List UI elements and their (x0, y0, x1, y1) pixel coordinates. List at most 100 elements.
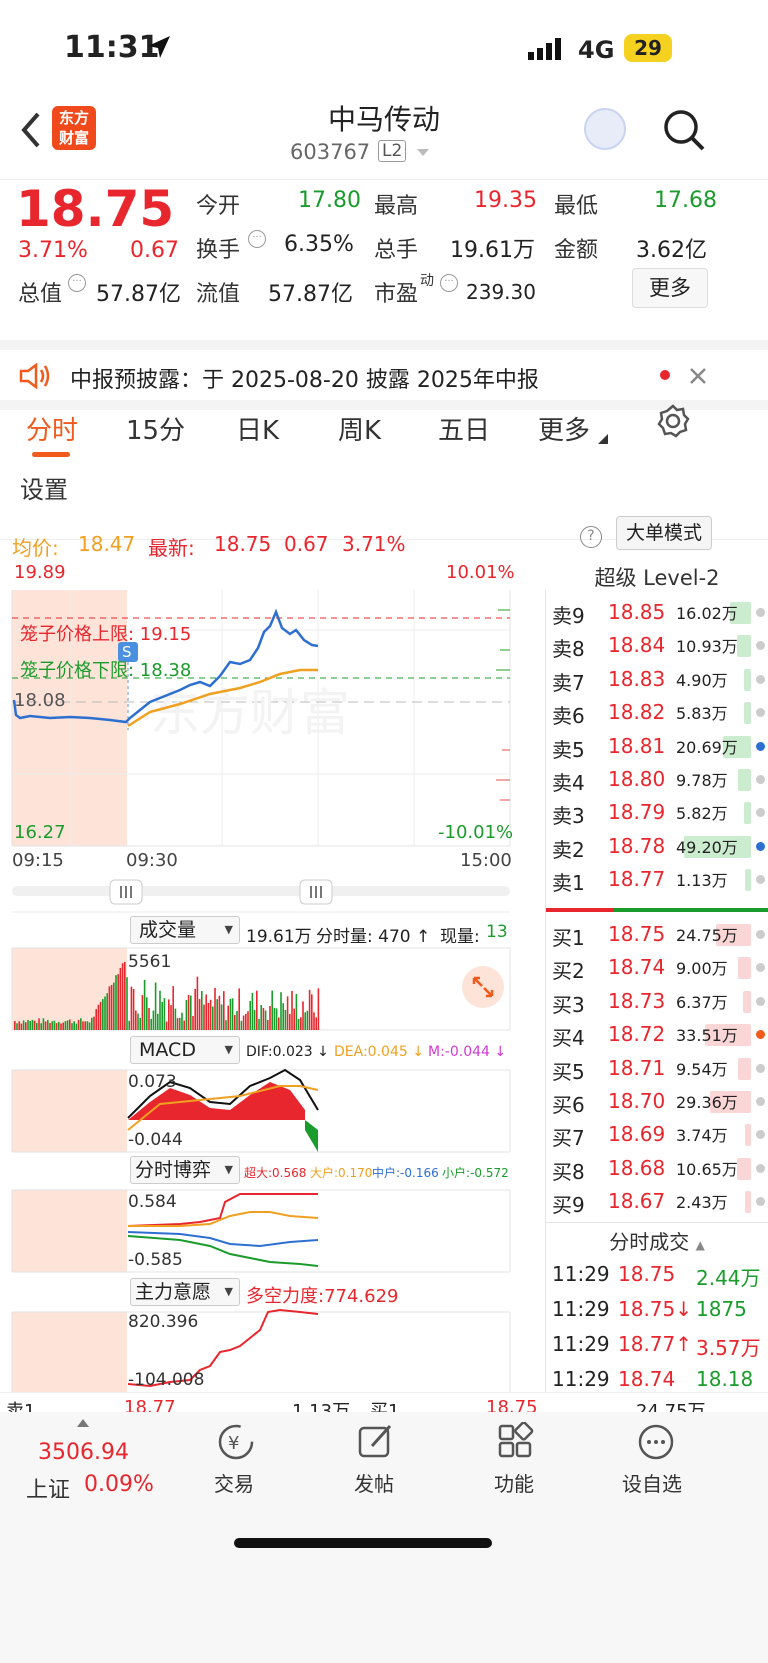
force-bottom-label: -104.008 (128, 1370, 205, 1390)
ask-row[interactable]: 卖8 18.84 10.93万 (546, 629, 768, 663)
volume-bar (187, 995, 190, 1030)
game-bottom-label: -0.585 (128, 1250, 183, 1270)
bid-row[interactable]: 买5 18.71 9.54万 (546, 1052, 768, 1086)
big-order-mode-button[interactable]: 大单模式 (616, 516, 712, 550)
index-name[interactable]: 上证 (26, 1472, 70, 1504)
status-dot (756, 841, 765, 851)
tab-trade[interactable]: 交易 (214, 1468, 254, 1497)
ask-row[interactable]: 卖6 18.82 5.83万 (546, 696, 768, 730)
volume-bar (190, 995, 192, 1030)
dropdown-triangle-icon (598, 434, 608, 444)
latest-value: 18.75 (214, 532, 272, 556)
ask-row[interactable]: 卖1 18.77 1.13万 (546, 863, 768, 897)
bid-row[interactable]: 买8 18.68 10.65万 (546, 1152, 768, 1186)
info-icon[interactable]: ··· (248, 230, 266, 248)
ask-row[interactable]: 卖9 18.85 16.02万 (546, 596, 768, 630)
expand-icon[interactable] (462, 966, 504, 1008)
notice-banner[interactable]: 中报预披露：于 2025-08-20 披露 2025年中报 (0, 340, 768, 410)
tab-add-watchlist[interactable]: 设自选 (622, 1468, 682, 1497)
search-icon[interactable] (662, 108, 706, 152)
volume-bar (212, 1006, 214, 1030)
strip-sell-label: 卖1 (6, 1401, 36, 1412)
level-badge[interactable]: L2 (378, 140, 407, 162)
chart-area[interactable]: S 东方财富 19.89 16.27 10.01% -10.01% 18.08 … (0, 562, 545, 1480)
bottom-bar: 卖1 18.77 1.13万 买1 18.75 24.75万 3506.94 上… (0, 1392, 768, 1663)
tab-15min[interactable]: 15分 (126, 410, 185, 447)
tab-five-day[interactable]: 五日 (438, 410, 490, 447)
volume-bar (121, 963, 124, 1030)
tab-function[interactable]: 功能 (494, 1468, 534, 1497)
bid-volume-bar (745, 1124, 751, 1147)
gear-icon[interactable] (656, 404, 690, 438)
function-grid-icon[interactable] (496, 1422, 536, 1462)
bid-volume: 9.54万 (676, 1059, 728, 1079)
index-pct[interactable]: 0.09% (84, 1472, 154, 1497)
volume-bar (143, 979, 146, 1030)
volume-bar (267, 1019, 269, 1030)
trade-time: 11:29 (552, 1332, 610, 1356)
bid-volume: 29.36万 (676, 1093, 738, 1112)
volume-bar (216, 999, 218, 1030)
help-icon[interactable]: ? (580, 526, 602, 548)
ask-row[interactable]: 卖7 18.83 4.90万 (546, 663, 768, 697)
mktcap-label: 总值 (18, 282, 63, 307)
info-icon[interactable]: ··· (68, 274, 86, 292)
force-selector[interactable]: 主力意愿 ▼ (130, 1278, 240, 1306)
tab-more[interactable]: 更多 (538, 410, 590, 447)
volume-bar (306, 1010, 309, 1030)
trade-icon[interactable]: ¥ (216, 1422, 256, 1462)
volume-bar (174, 1008, 177, 1030)
volume-bar (62, 1022, 64, 1030)
bid-price: 18.75 (608, 922, 666, 946)
game-selector[interactable]: 分时博弈 ▼ (130, 1156, 240, 1184)
tab-weekly[interactable]: 周K (338, 410, 381, 447)
volume-bar (27, 1020, 29, 1030)
tab-post[interactable]: 发帖 (354, 1468, 394, 1497)
settings-label[interactable]: 设置 (20, 470, 68, 505)
volume-bar (231, 998, 234, 1030)
open-value: 17.80 (298, 188, 361, 213)
volume-bar (22, 1020, 25, 1030)
post-icon[interactable] (356, 1422, 396, 1462)
bid-row[interactable]: 买2 18.74 9.00万 (546, 951, 768, 985)
trade-row: 11:29 18.75↓ 1875 (546, 1293, 768, 1327)
more-button[interactable]: 更多 (632, 268, 708, 308)
close-icon[interactable] (688, 366, 708, 386)
ask-volume: 5.82万 (676, 804, 728, 824)
macd-selector[interactable]: MACD ▼ (130, 1036, 240, 1064)
ask-row[interactable]: 卖4 18.80 9.78万 (546, 763, 768, 797)
ask-row[interactable]: 卖5 18.81 20.69万 (546, 730, 768, 764)
ask-row[interactable]: 卖2 18.78 49.20万 (546, 830, 768, 864)
volume-bar (159, 990, 161, 1030)
svg-text:东方财富: 东方财富 (150, 684, 350, 742)
trades-title[interactable]: 分时成交 ▲ (546, 1226, 768, 1255)
bid-row[interactable]: 买1 18.75 24.75万 (546, 918, 768, 952)
chevron-down-icon[interactable] (416, 148, 430, 158)
caret-up-icon[interactable] (76, 1418, 90, 1428)
trade-vol: 2.44万 (696, 1266, 761, 1290)
tab-intraday[interactable]: 分时 (26, 410, 78, 447)
tab-daily[interactable]: 日K (236, 410, 279, 447)
bid-level-label: 买1 (552, 926, 585, 950)
volume-selector[interactable]: 成交量 ▼ (130, 916, 240, 944)
bid-row[interactable]: 买9 18.67 2.43万 (546, 1185, 768, 1219)
volume-bar (165, 1021, 168, 1030)
volume-label: 总手 (374, 238, 419, 263)
ask-price: 18.82 (608, 700, 666, 725)
bid-row[interactable]: 买6 18.70 29.36万 (546, 1085, 768, 1119)
index-value[interactable]: 3506.94 (38, 1440, 129, 1465)
status-dot (756, 808, 765, 818)
ask-row[interactable]: 卖3 18.79 5.82万 (546, 796, 768, 830)
ask-level-label: 卖9 (552, 604, 585, 628)
assistant-avatar[interactable] (584, 108, 626, 150)
volume-bar (117, 974, 119, 1030)
bid-row[interactable]: 买4 18.72 33.51万 (546, 1018, 768, 1052)
volume-total: 19.61万 (246, 927, 312, 947)
game-small: 小户:-0.572 (442, 1166, 509, 1180)
volume-bar (258, 1019, 260, 1030)
bid-row[interactable]: 买7 18.69 3.74万 (546, 1118, 768, 1152)
more-dots-icon[interactable] (636, 1422, 676, 1462)
info-icon[interactable]: ··· (440, 274, 458, 292)
volume-bar (126, 977, 128, 1030)
bid-row[interactable]: 买3 18.73 6.37万 (546, 985, 768, 1019)
